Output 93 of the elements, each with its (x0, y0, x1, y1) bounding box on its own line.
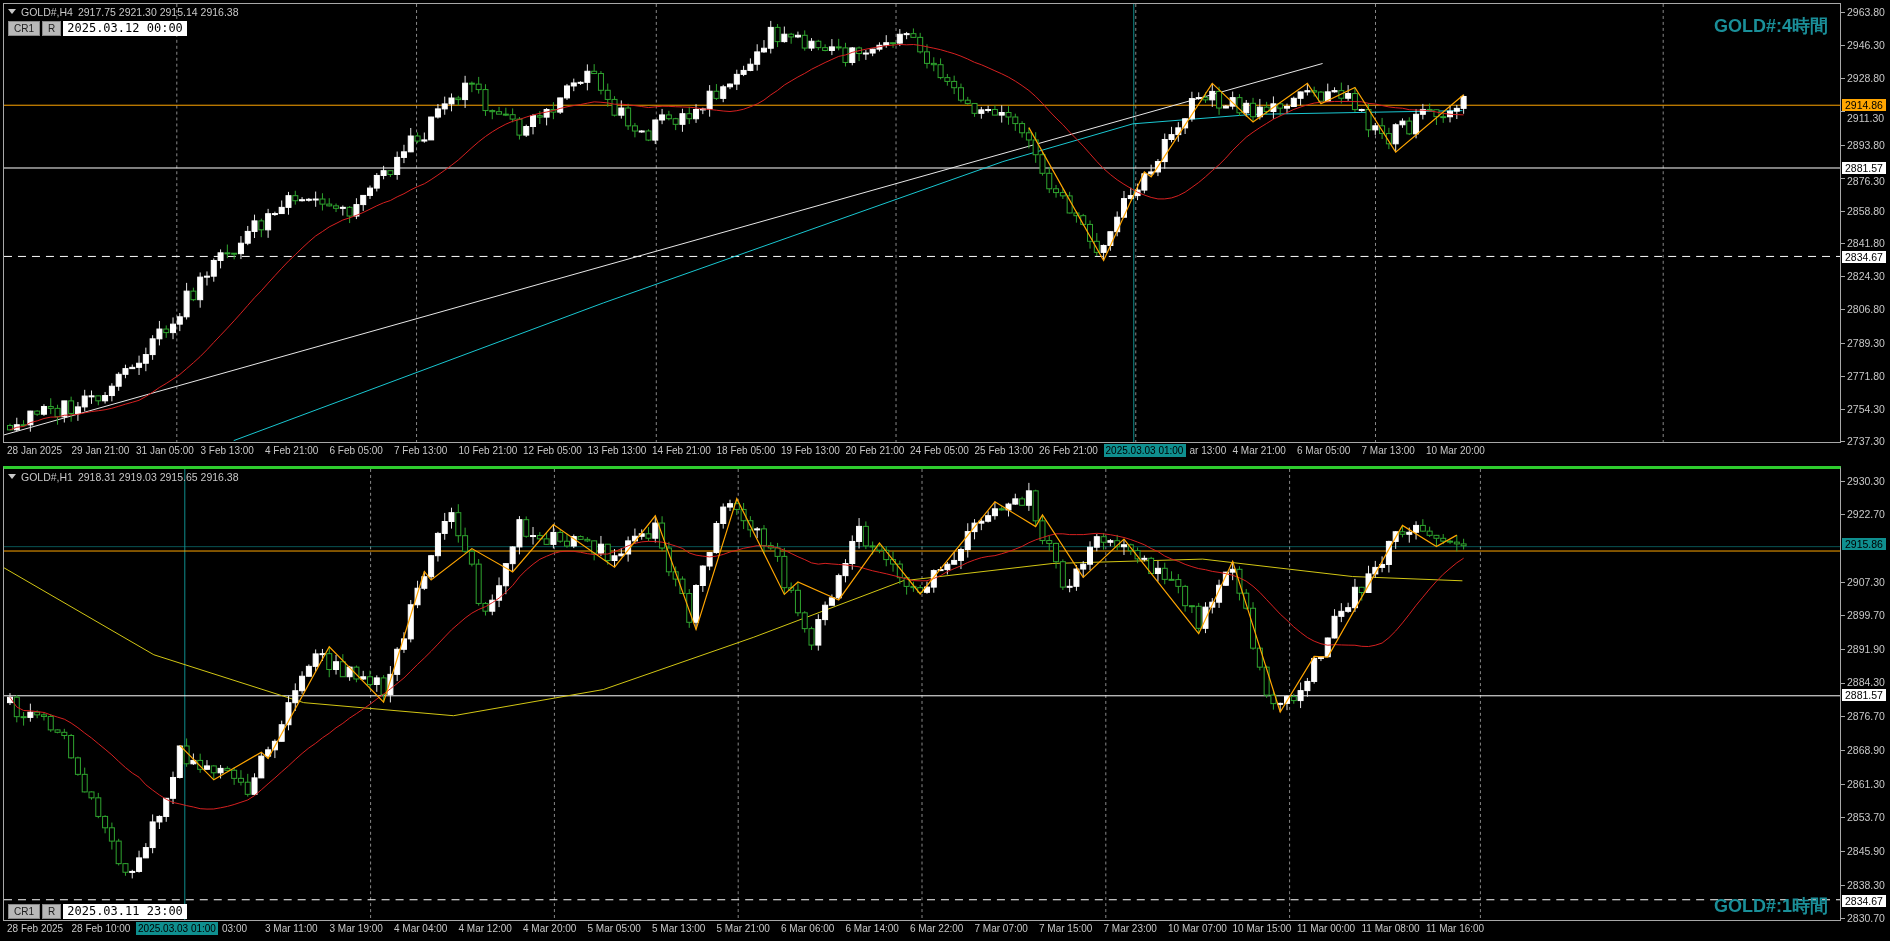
time-label: 5 Mar 21:00 (716, 923, 770, 935)
time-label: 5 Mar 13:00 (652, 923, 706, 935)
cursor-time: 2025.03.12 00:00 (63, 21, 187, 36)
price-tick: 2853.70 (1847, 811, 1885, 824)
price-tick: 2861.30 (1847, 777, 1885, 790)
price-tick: 2899.70 (1847, 609, 1885, 622)
price-tick: 2963.80 (1847, 6, 1885, 18)
time-tag: 2025.03.03 01:00 (1103, 444, 1186, 457)
price-tick: 2946.30 (1847, 39, 1885, 52)
time-label: 7 Mar 23:00 (1103, 923, 1157, 935)
chart-label: GOLD#:4時間 (1714, 15, 1828, 38)
time-label: 14 Feb 21:00 (652, 445, 711, 457)
chart-label: GOLD#:1時間 (1714, 895, 1828, 918)
ohlc-values: 2917.75 2921.30 2915.14 2916.38 (77, 6, 239, 18)
time-label: 24 Feb 05:00 (910, 445, 969, 457)
ohlc-values: 2918.31 2919.03 2915.65 2916.38 (77, 471, 239, 483)
time-label: 5 Mar 05:00 (587, 923, 641, 935)
time-label: 10 Feb 21:00 (458, 445, 518, 457)
price-tick: 2907.30 (1847, 575, 1885, 588)
time-label: 3 Mar 19:00 (329, 923, 383, 935)
price-tag: 2834.67 (1842, 894, 1886, 907)
price-tick: 2841.80 (1847, 237, 1885, 250)
time-label: 11 Mar 00:00 (1297, 923, 1356, 935)
time-label: 20 Feb 21:00 (845, 445, 905, 457)
price-tick: 2876.70 (1847, 710, 1885, 723)
chart-symbol: GOLD#,H4 (21, 6, 73, 18)
time-label: 25 Feb 13:00 (974, 445, 1034, 457)
time-label: 6 Mar 05:00 (1297, 445, 1351, 457)
time-label: 6 Mar 06:00 (781, 923, 835, 935)
time-label: 6 Mar 14:00 (845, 923, 899, 935)
price-tick: 2928.80 (1847, 72, 1885, 85)
time-tag: 2025.03.03 01:00 (136, 922, 218, 935)
price-tick: 2789.30 (1847, 336, 1885, 349)
time-label: 10 Mar 20:00 (1426, 445, 1485, 457)
time-label: 7 Mar 15:00 (1039, 923, 1093, 935)
price-tick: 2845.90 (1847, 845, 1885, 858)
time-label: 6 Mar 22:00 (910, 923, 964, 935)
price-tick: 2893.80 (1847, 138, 1885, 151)
time-label: 13 Feb 13:00 (587, 445, 647, 457)
time-label: 6 Feb 05:00 (329, 445, 383, 457)
time-label: 03:00 (222, 923, 248, 935)
price-tick: 2891.90 (1847, 643, 1885, 656)
price-tick: 2876.30 (1847, 174, 1885, 187)
toolbar-button[interactable]: R (42, 904, 62, 919)
time-label: 3 Mar 11:00 (265, 923, 318, 935)
time-label: 26 Feb 21:00 (1039, 445, 1098, 457)
dropdown-icon[interactable] (8, 474, 16, 480)
price-tag: 2914.86 (1842, 98, 1886, 111)
price-tick: 2922.70 (1847, 508, 1885, 521)
price-tag: 2881.57 (1842, 161, 1886, 174)
price-tag: 2915.86 (1842, 538, 1886, 551)
price-tick: 2771.80 (1847, 369, 1885, 382)
time-label: 12 Feb 05:00 (523, 445, 582, 457)
time-label: 4 Mar 04:00 (394, 923, 448, 935)
toolbar-button[interactable]: CR1 (8, 904, 40, 919)
time-label: 4 Mar 21:00 (1232, 445, 1286, 457)
chart-symbol: GOLD#,H1 (21, 471, 73, 483)
price-tick: 2830.70 (1847, 912, 1885, 924)
time-label: 4 Mar 20:00 (523, 923, 577, 935)
time-label: 28 Jan 2025 (7, 445, 63, 457)
time-label: 28 Feb 2025 (7, 923, 64, 935)
price-tick: 2806.80 (1847, 303, 1885, 316)
time-label: 7 Mar 07:00 (974, 923, 1028, 935)
price-tick: 2838.30 (1847, 878, 1885, 891)
toolbar-button[interactable]: CR1 (8, 21, 40, 36)
time-label: 4 Feb 21:00 (265, 445, 319, 457)
time-label: 29 Jan 21:00 (71, 445, 130, 457)
price-tag: 2834.67 (1842, 250, 1886, 263)
price-tick: 2737.30 (1847, 435, 1885, 447)
time-label: 19 Feb 13:00 (781, 445, 840, 457)
price-tick: 2824.30 (1847, 270, 1885, 283)
time-label: 28 Feb 10:00 (71, 923, 131, 935)
time-label: 7 Feb 13:00 (394, 445, 448, 457)
price-tag: 2881.57 (1842, 688, 1886, 701)
price-tick: 2868.90 (1847, 744, 1885, 757)
price-tick: 2858.80 (1847, 204, 1885, 217)
time-label: 7 Mar 13:00 (1361, 445, 1415, 457)
time-label: 11 Mar 08:00 (1361, 923, 1420, 935)
cursor-time: 2025.03.11 23:00 (63, 904, 187, 919)
time-label: 31 Jan 05:00 (136, 445, 194, 457)
price-tick: 2754.30 (1847, 402, 1885, 415)
toolbar-button[interactable]: R (42, 21, 62, 36)
time-label: 4 Mar 12:00 (458, 923, 512, 935)
time-label: 3 Feb 13:00 (200, 445, 254, 457)
time-label: 18 Feb 05:00 (716, 445, 776, 457)
price-tick: 2911.30 (1847, 111, 1885, 124)
price-tick: 2884.30 (1847, 675, 1885, 688)
time-label: 10 Mar 07:00 (1168, 923, 1227, 935)
time-label: ar 13:00 (1189, 445, 1227, 457)
time-label: 11 Mar 16:00 (1426, 923, 1485, 935)
time-label: 10 Mar 15:00 (1232, 923, 1292, 935)
price-tick: 2930.30 (1847, 475, 1885, 487)
dropdown-icon[interactable] (8, 9, 16, 15)
